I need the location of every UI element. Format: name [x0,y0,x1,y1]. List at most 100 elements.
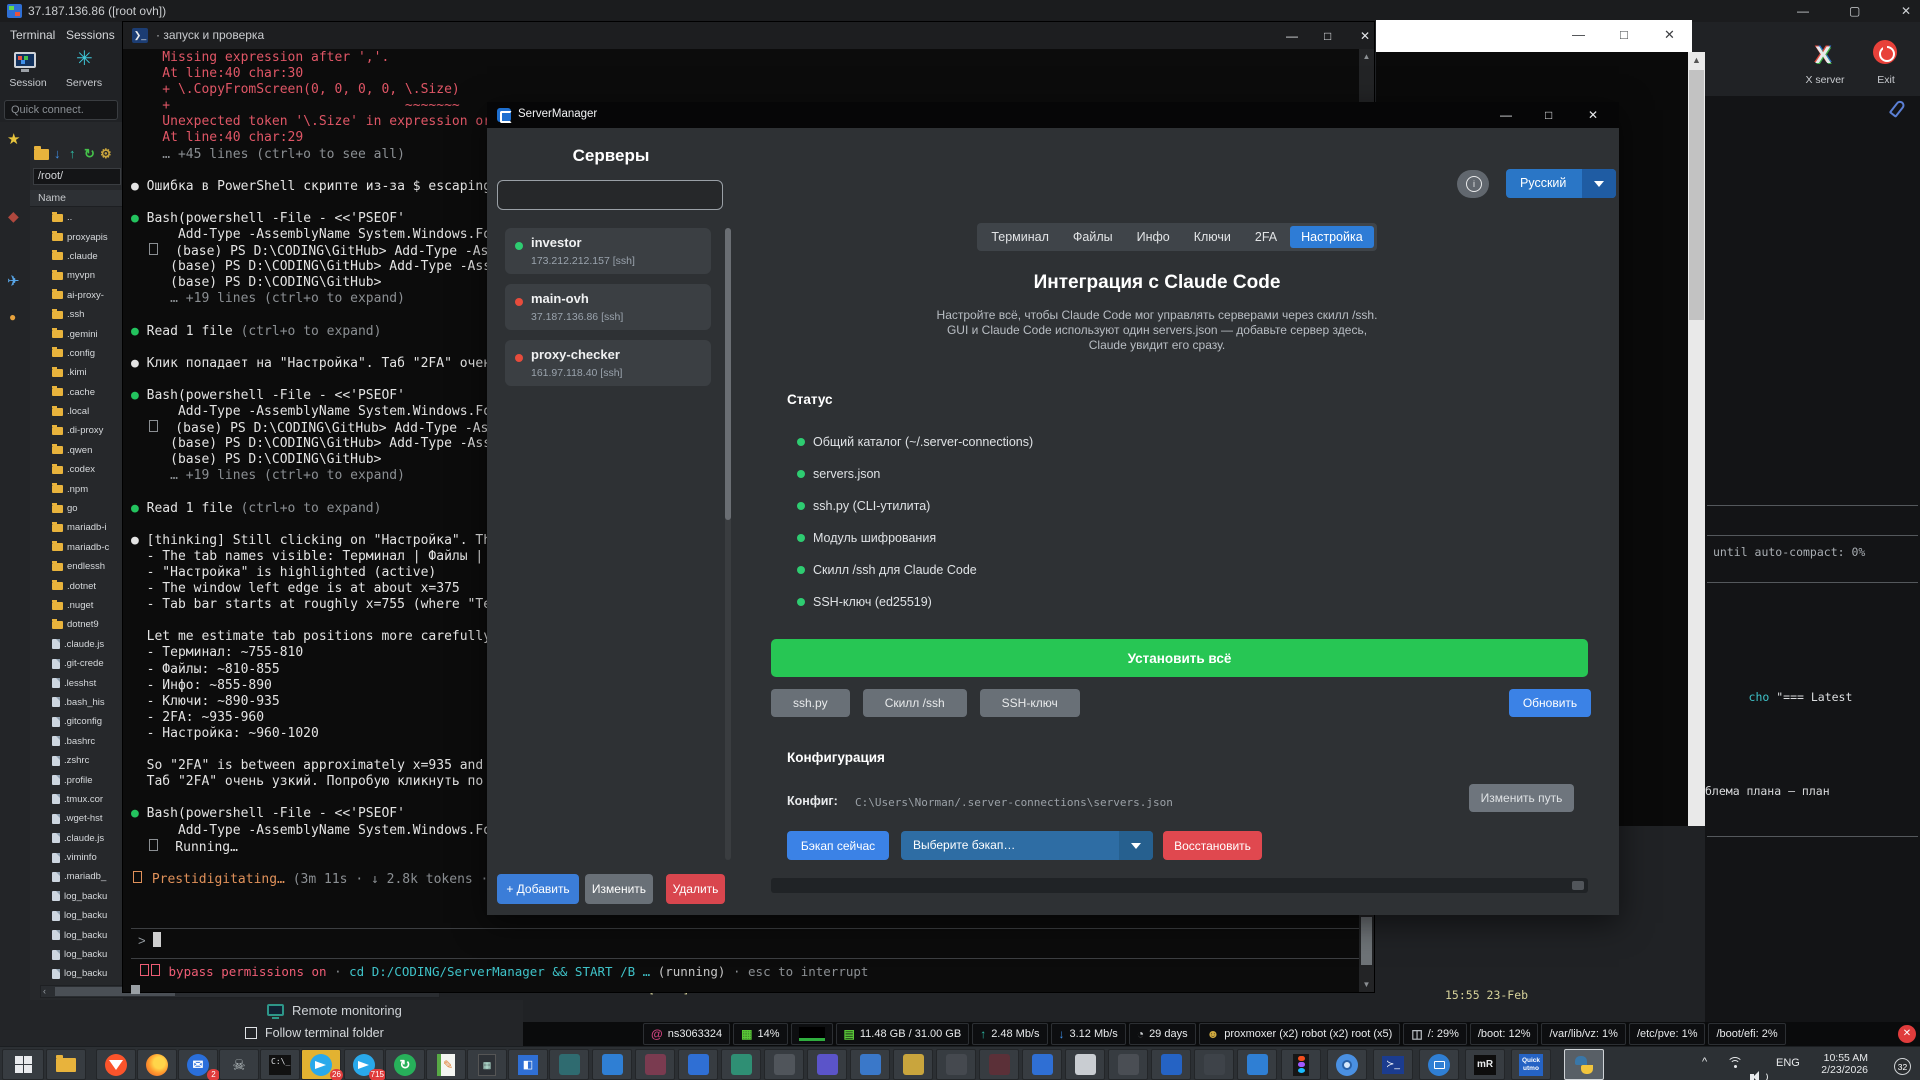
exit-button[interactable] [1873,40,1897,64]
tab-Настройка[interactable]: Настройка [1290,226,1374,248]
file-list-item[interactable]: .viminfo [30,848,123,867]
file-list-item[interactable]: .gemini [30,324,123,343]
taskbar-chromium[interactable] [1327,1049,1367,1080]
taskbar-windows-start[interactable] [2,1049,44,1080]
taskbar-pinned-app-20[interactable] [850,1049,890,1080]
change-path-button[interactable]: Изменить путь [1469,784,1574,812]
taskbar-pinned-app-13[interactable] [549,1049,589,1080]
taskbar-mremoteng[interactable]: mR [1465,1049,1505,1080]
file-list-item[interactable]: .ssh [30,305,123,324]
file-list-item[interactable]: .claude [30,247,123,266]
upload-icon[interactable]: ↑ [69,146,76,161]
sm-maximize-icon[interactable]: □ [1545,108,1552,122]
bg-maximize-icon[interactable]: □ [1620,27,1628,42]
tab-Инфо[interactable]: Инфо [1126,226,1181,248]
language-select[interactable]: Русский [1506,169,1616,198]
servers-icon[interactable]: ✳ [76,50,93,68]
file-list-item[interactable]: .tmux.cor [30,790,123,809]
terminal-minimize-icon[interactable]: — [1286,29,1298,43]
keyboard-language[interactable]: ENG [1776,1057,1800,1069]
file-list-item[interactable]: log_backu [30,945,123,964]
restore-button[interactable]: Восстановить [1163,831,1262,860]
file-list-item[interactable]: .claude.js [30,829,123,848]
wifi-icon[interactable] [1727,1057,1743,1070]
taskbar-file-explorer[interactable] [46,1049,86,1080]
taskbar-pinned-app-24[interactable] [1022,1049,1062,1080]
add-server-button[interactable]: + Добавить [497,874,579,904]
statusbar-close-icon[interactable]: ✕ [1898,1025,1916,1043]
volume-icon[interactable] [1750,1071,1766,1080]
taskbar-thunderbird[interactable]: ✉2 [178,1049,218,1080]
taskbar-monitor-app[interactable] [1419,1049,1459,1080]
tab-Ключи[interactable]: Ключи [1183,226,1242,248]
taskbar-figma[interactable] [1281,1049,1321,1080]
file-list-item[interactable]: .wget-hst [30,809,123,828]
servermanager-titlebar[interactable]: ServerManager — □ ✕ [487,102,1619,128]
taskbar-pinned-app-18[interactable] [764,1049,804,1080]
folder-up-icon[interactable] [34,149,49,160]
file-list-header[interactable]: Name [30,190,123,207]
file-list-item[interactable]: log_backu [30,906,123,925]
file-list-item[interactable]: log_backu [30,964,123,983]
background-console-scrollbar[interactable]: ▲ [1688,52,1705,826]
file-list-item[interactable]: .npm [30,479,123,498]
taskbar-firefox[interactable] [137,1049,177,1080]
tray-chevron-icon[interactable]: ^ [1702,1056,1707,1068]
component-button-Скилл /ssh[interactable]: Скилл /ssh [863,689,967,717]
terminal-maximize-icon[interactable]: □ [1324,29,1331,43]
terminal-scroll-thumb[interactable] [1361,917,1372,965]
file-list-item[interactable]: mariadb-i [30,518,123,537]
taskbar-pinned-app-15[interactable] [635,1049,675,1080]
scroll-left-icon[interactable]: ‹ [43,986,46,996]
quick-connect-input[interactable]: Quick connect. [4,100,118,120]
file-list-item[interactable]: .profile [30,770,123,789]
menu-terminal[interactable]: Terminal [10,28,55,42]
refresh-button[interactable]: Обновить [1509,689,1591,717]
file-list-item[interactable]: .gitconfig [30,712,123,731]
delete-server-button[interactable]: Удалить [666,874,725,904]
session-button[interactable] [14,52,36,68]
sftp-path-input[interactable]: /root/ [33,168,121,185]
edit-server-button[interactable]: Изменить [585,874,653,904]
macros-icon[interactable]: ◆ [8,208,19,225]
tray-clock[interactable]: 10:55 AM 2/23/2026 [1806,1052,1868,1076]
file-list-item[interactable]: go [30,499,123,518]
taskbar-pinned-app-16[interactable] [678,1049,718,1080]
bg-close-icon[interactable]: ✕ [1664,27,1675,43]
file-list-item[interactable]: .zshrc [30,751,123,770]
file-list-item[interactable]: .qwen [30,441,123,460]
file-list-item[interactable]: .git-crede [30,654,123,673]
maximize-icon[interactable]: ▢ [1849,0,1860,22]
backup-now-button[interactable]: Бэкап сейчас [787,831,889,860]
menu-sessions[interactable]: Sessions [66,28,115,42]
file-list-item[interactable]: .. [30,208,123,227]
file-list-item[interactable]: .bash_his [30,693,123,712]
bg-minimize-icon[interactable]: — [1572,27,1585,42]
file-list-item[interactable]: .dotnet [30,576,123,595]
server-scroll-thumb[interactable] [725,228,731,520]
file-list-item[interactable]: .nuget [30,596,123,615]
component-button-SSH-ключ[interactable]: SSH-ключ [980,689,1080,717]
taskbar-sync[interactable]: ↻ [385,1049,425,1080]
info-button[interactable] [1457,170,1489,198]
taskbar-pinned-app-26[interactable] [1108,1049,1148,1080]
refresh-icon[interactable]: ↻ [84,146,95,162]
terminal-input-prompt[interactable]: > [138,933,146,948]
taskbar-skull-app[interactable]: ☠ [219,1049,259,1080]
file-list-item[interactable]: .lesshst [30,673,123,692]
taskbar-quick-utmo[interactable]: Quickutmo [1511,1049,1551,1080]
terminal-scroll-up-icon[interactable]: ▲ [1359,52,1374,61]
file-list-item[interactable]: .codex [30,460,123,479]
download-icon[interactable]: ↓ [54,146,61,161]
taskbar-blue-grid[interactable]: ◧ [508,1049,548,1080]
backup-select-chevron[interactable] [1119,831,1153,860]
taskbar-telegram-alt[interactable]: 715 [344,1049,384,1080]
terminal-close-icon[interactable]: ✕ [1360,29,1370,43]
file-list-item[interactable]: proxyapis [30,227,123,246]
sm-close-icon[interactable]: ✕ [1588,108,1598,122]
orange-dot-icon[interactable]: ● [9,310,16,324]
taskbar-pinned-app-25[interactable] [1065,1049,1105,1080]
file-list-item[interactable]: endlessh [30,557,123,576]
taskbar-pinned-app-27[interactable] [1151,1049,1191,1080]
file-list-item[interactable]: .kimi [30,363,123,382]
